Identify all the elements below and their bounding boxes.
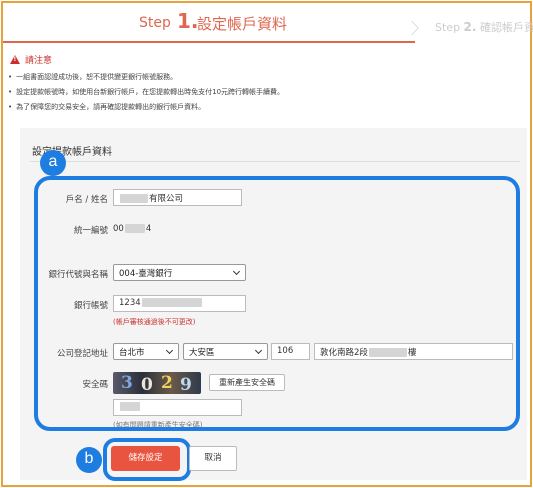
notice-item: 為了保障您的交易安全，請再確認提款轉出的銀行帳戶資料。 — [8, 100, 284, 115]
step-2: Step 2. 確認帳戶資 — [435, 19, 533, 35]
notice-title: 請注意 — [25, 56, 53, 66]
step-1-title: 設定帳戶資料 — [197, 15, 288, 33]
step-progress: Step 1. 設定帳戶資料 Step 2. 確認帳戶資 — [3, 3, 533, 43]
callout-b-outline — [103, 438, 191, 481]
callout-b-badge: b — [76, 447, 102, 473]
step-2-number: 2. — [463, 20, 477, 34]
notice-item: 一組書面認證成功後，恕不提供變更銀行帳號服務。 — [8, 70, 284, 85]
step-1-number: 1. — [177, 9, 199, 33]
divider — [30, 161, 520, 162]
step-1-label: Step — [139, 15, 171, 31]
step-2-title: 確認帳戶資 — [479, 21, 533, 34]
callout-a-outline — [34, 176, 520, 431]
callout-a-badge: a — [40, 150, 66, 176]
notice-list: 一組書面認證成功後，恕不提供變更銀行帳號服務。 設定提款帳號時，如使用台新銀行帳… — [8, 70, 284, 115]
cancel-button[interactable]: 取消 — [189, 446, 237, 471]
warning-icon — [10, 55, 20, 64]
step-2-label: Step — [435, 21, 461, 34]
notice-heading: 請注意 — [10, 53, 52, 66]
notice-item: 設定提款帳號時，如使用台新銀行帳戶，在您提款轉出時免支付10元跨行轉帳手續費。 — [8, 85, 284, 100]
step-1: Step 1. 設定帳戶資料 — [3, 3, 415, 43]
